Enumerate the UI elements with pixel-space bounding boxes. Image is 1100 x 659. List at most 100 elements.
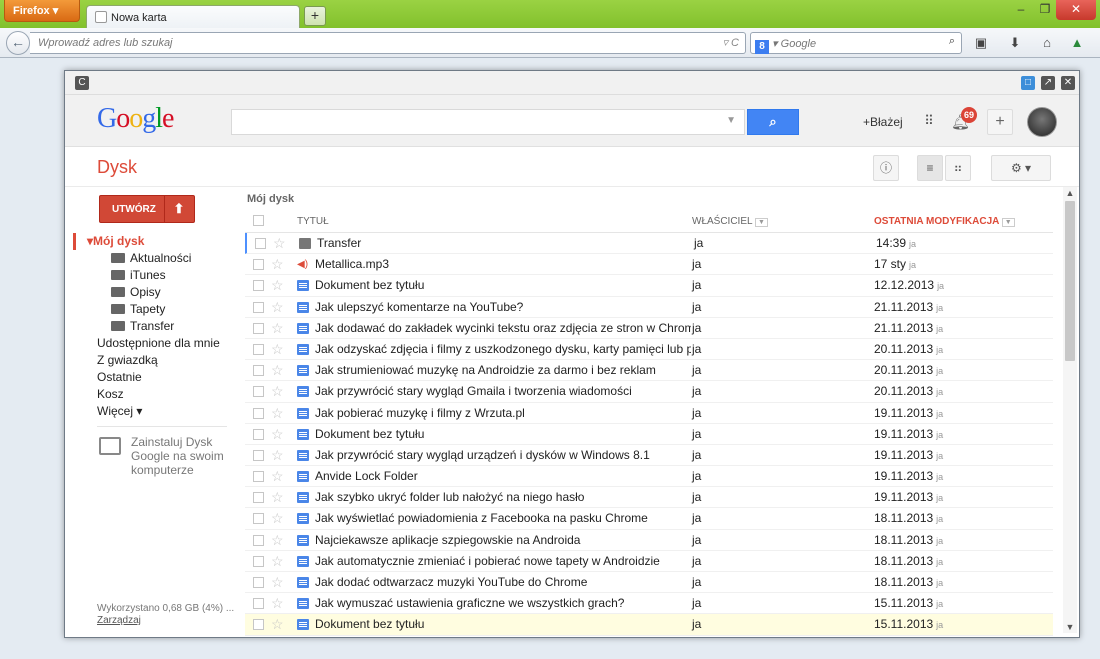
- table-row[interactable]: ☆ Transfer ja 14:39 ja: [245, 233, 1053, 255]
- file-title[interactable]: Jak wyświetlać powiadomienia z Facebooka…: [315, 508, 691, 529]
- drive-search-input[interactable]: ▼: [231, 109, 745, 135]
- download-icon[interactable]: ⬇: [1006, 34, 1024, 52]
- sidebar-folder-item[interactable]: Opisy: [65, 284, 235, 301]
- user-name-link[interactable]: +Błażej: [863, 115, 903, 129]
- file-title[interactable]: Transfer: [317, 233, 693, 254]
- reload-icon[interactable]: ▿ C: [722, 36, 739, 49]
- row-checkbox[interactable]: [253, 322, 264, 334]
- star-icon[interactable]: ☆: [271, 339, 284, 360]
- sidebar-item[interactable]: Z gwiazdką: [65, 352, 235, 369]
- search-input[interactable]: 8 ▾ Google ⌕: [750, 32, 962, 54]
- table-row[interactable]: ☆ Jak odzyskać zdjęcia i filmy z uszkodzo…: [245, 339, 1053, 361]
- row-checkbox[interactable]: [253, 343, 264, 355]
- list-view-icon[interactable]: ≡: [917, 155, 943, 181]
- scroll-down-icon[interactable]: ▼: [1063, 621, 1077, 633]
- info-button[interactable]: ⓘ: [873, 155, 899, 181]
- minimize-icon[interactable]: –: [1010, 0, 1032, 20]
- install-drive-link[interactable]: Zainstaluj Dysk Google na swoim komputer…: [65, 435, 235, 495]
- upload-icon[interactable]: ⬆: [164, 196, 194, 222]
- table-row[interactable]: ☆ Jak przywrócić stary wygląd urządzeń i …: [245, 445, 1053, 467]
- star-icon[interactable]: ☆: [271, 297, 284, 318]
- star-icon[interactable]: ☆: [271, 445, 284, 466]
- firefox-menu-button[interactable]: Firefox ▾: [4, 0, 80, 22]
- maximize-icon[interactable]: ❐: [1034, 0, 1056, 20]
- sidebar-folder-item[interactable]: Tapety: [65, 301, 235, 318]
- drive-extension-icon[interactable]: ▲: [1068, 34, 1086, 52]
- table-row[interactable]: ☆ Jak automatycznie zmieniać i pobierać n…: [245, 551, 1053, 572]
- close-icon[interactable]: ✕: [1056, 0, 1096, 20]
- sidebar-item[interactable]: Udostępnione dla mnie: [65, 335, 235, 352]
- panel-pin-icon[interactable]: ↗: [1041, 76, 1055, 90]
- table-row[interactable]: ☆ Dokument bez tytułu ja 12.12.2013 ja: [245, 275, 1053, 297]
- star-icon[interactable]: ☆: [271, 381, 284, 402]
- manage-storage-link[interactable]: Zarządzaj: [97, 615, 141, 626]
- star-icon[interactable]: ☆: [271, 360, 284, 381]
- file-title[interactable]: Jak ulepszyć komentarze na YouTube?: [315, 297, 691, 318]
- sidebar-item[interactable]: Ostatnie: [65, 369, 235, 386]
- notification-count-badge[interactable]: 69: [961, 107, 977, 123]
- share-plus-button[interactable]: +: [987, 109, 1013, 135]
- scroll-up-icon[interactable]: ▲: [1063, 187, 1077, 199]
- table-row[interactable]: ☆ Jak strumieniować muzykę na Androidzie …: [245, 360, 1053, 382]
- file-title[interactable]: Jak dodawać do zakładek wycinki tekstu o…: [315, 318, 691, 339]
- scrollbar[interactable]: ▲ ▼: [1063, 187, 1077, 633]
- file-title[interactable]: Dokument bez tytułu: [315, 614, 691, 635]
- google-logo[interactable]: Google: [97, 103, 174, 135]
- column-title[interactable]: TYTUŁ: [297, 216, 329, 227]
- create-button[interactable]: UTWÓRZ ⬆: [99, 195, 195, 223]
- file-title[interactable]: Jak odzyskać zdjęcia i filmy z uszkodzon…: [315, 339, 691, 360]
- row-checkbox[interactable]: [253, 280, 264, 292]
- panel-window-icon[interactable]: □: [1021, 76, 1035, 90]
- settings-gear-icon[interactable]: ⚙ ▾: [991, 155, 1051, 181]
- table-row[interactable]: ☆ Anvide Lock Folder ja 19.11.2013 ja: [245, 466, 1053, 488]
- row-checkbox[interactable]: [253, 259, 264, 271]
- row-checkbox[interactable]: [253, 555, 264, 567]
- star-icon[interactable]: ☆: [271, 466, 284, 487]
- sidebar-folder-item[interactable]: iTunes: [65, 267, 235, 284]
- column-modified[interactable]: OSTATNIA MODYFIKACJA ▼: [874, 216, 1015, 227]
- star-icon[interactable]: ☆: [271, 508, 284, 529]
- table-row[interactable]: ☆ Dokument bez tytułu ja 19.11.2013 ja: [245, 424, 1053, 445]
- star-icon[interactable]: ☆: [271, 403, 284, 424]
- sidebar-item[interactable]: Kosz: [65, 386, 235, 403]
- file-title[interactable]: Dokument bez tytułu: [315, 424, 691, 445]
- google-search-engine-icon[interactable]: 8: [755, 40, 769, 54]
- row-checkbox[interactable]: [253, 534, 264, 546]
- panel-c-icon[interactable]: C: [75, 76, 89, 90]
- apps-grid-icon[interactable]: ⠿: [921, 113, 937, 129]
- sidebar-item-my-drive[interactable]: ▾Mój dysk: [65, 233, 235, 250]
- sidebar-folder-item[interactable]: Transfer: [65, 318, 235, 335]
- avatar[interactable]: [1027, 107, 1057, 137]
- select-all-checkbox[interactable]: [253, 215, 264, 226]
- star-icon[interactable]: ☆: [271, 530, 284, 551]
- table-row[interactable]: ☆ Jak szybko ukryć folder lub nałożyć na …: [245, 487, 1053, 509]
- file-title[interactable]: Jak przywrócić stary wygląd urządzeń i d…: [315, 445, 691, 466]
- row-checkbox[interactable]: [253, 598, 264, 610]
- row-checkbox[interactable]: [253, 386, 264, 398]
- row-checkbox[interactable]: [253, 428, 264, 440]
- table-row[interactable]: ☆ ◀) Metallica.mp3 ja 17 sty ja: [245, 254, 1053, 276]
- table-row[interactable]: ☆ Jak ulepszyć komentarze na YouTube? ja 21…: [245, 297, 1053, 318]
- file-title[interactable]: Jak dodać odtwarzacz muzyki YouTube do C…: [315, 572, 691, 593]
- back-arrow-icon[interactable]: ←: [6, 31, 30, 55]
- file-title[interactable]: Dokument bez tytułu: [315, 275, 691, 296]
- panel-close-icon[interactable]: ✕: [1061, 76, 1075, 90]
- table-row[interactable]: ☆ Jak wyświetlać powiadomienia z Facebook…: [245, 508, 1053, 530]
- file-title[interactable]: Jak automatycznie zmieniać i pobierać no…: [315, 551, 691, 572]
- star-icon[interactable]: ☆: [271, 487, 284, 508]
- file-title[interactable]: Jak szybko ukryć folder lub nałożyć na n…: [315, 487, 691, 508]
- table-row[interactable]: ☆ Jak dodawać do zakładek wycinki tekstu …: [245, 318, 1053, 339]
- star-icon[interactable]: ☆: [273, 233, 286, 254]
- search-icon[interactable]: ⌕: [949, 35, 955, 48]
- star-icon[interactable]: ☆: [271, 614, 284, 635]
- star-icon[interactable]: ☆: [271, 593, 284, 614]
- row-checkbox[interactable]: [253, 513, 264, 525]
- table-row[interactable]: ☆ Jak wymuszać ustawienia graficzne we ws…: [245, 593, 1053, 615]
- sidebar-item[interactable]: Więcej ▾: [65, 403, 235, 420]
- file-title[interactable]: Jak wymuszać ustawienia graficzne we wsz…: [315, 593, 691, 614]
- table-row[interactable]: ☆ Najciekawsze aplikacje szpiegowskie na …: [245, 530, 1053, 551]
- star-icon[interactable]: ☆: [271, 254, 284, 275]
- star-icon[interactable]: ☆: [271, 318, 284, 339]
- star-icon[interactable]: ☆: [271, 551, 284, 572]
- row-checkbox[interactable]: [253, 301, 264, 313]
